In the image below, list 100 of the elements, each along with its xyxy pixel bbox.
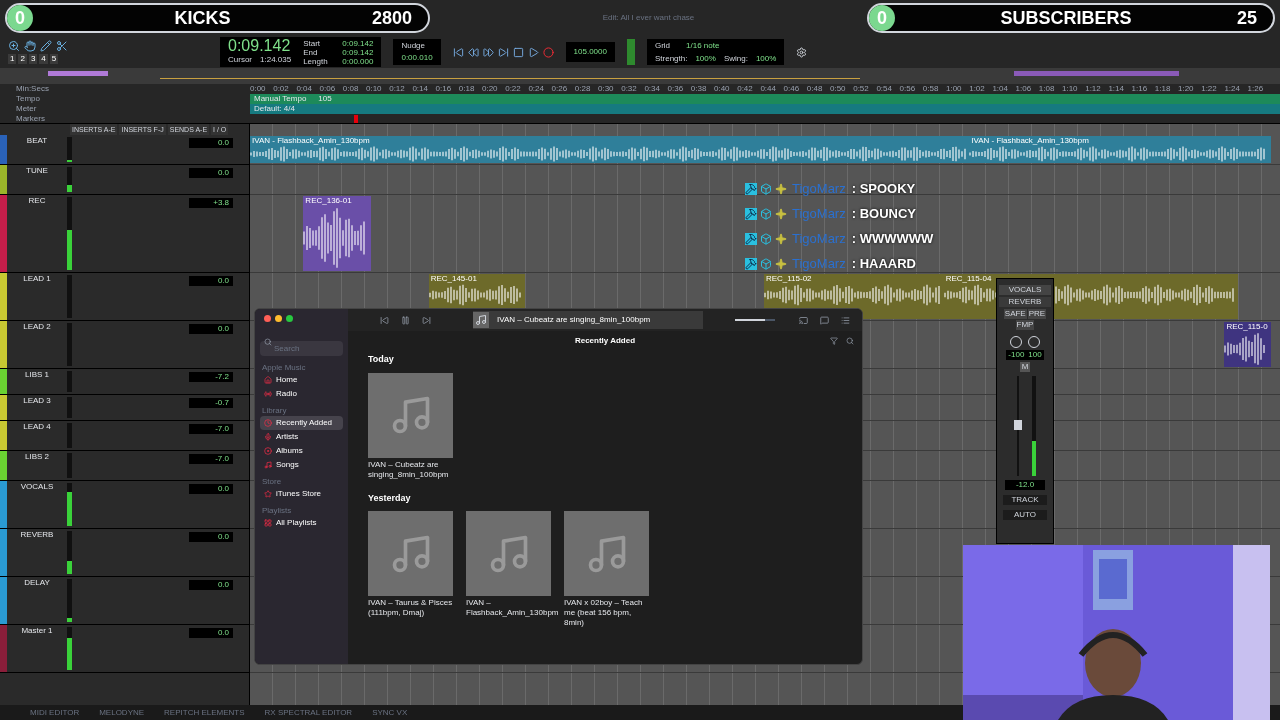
sidebar-item[interactable]: Artists <box>260 430 343 444</box>
strip-footer-button[interactable]: TRACK <box>1003 495 1047 505</box>
sidebar-item-icon <box>264 461 272 469</box>
queue-icon[interactable] <box>841 315 850 325</box>
time-tick: 0:52 <box>853 84 869 94</box>
cube-badge-icon <box>760 232 772 245</box>
next-icon[interactable] <box>422 315 431 325</box>
track-name[interactable]: Master 1 <box>21 626 53 672</box>
track-name[interactable]: DELAY <box>24 578 50 624</box>
sidebar-item[interactable]: Songs <box>260 458 343 472</box>
audio-clip[interactable]: IVAN - Flashback_Amin_130bpm <box>250 136 970 163</box>
chat-username: TigoMarz <box>792 254 846 273</box>
sidebar-item[interactable]: iTunes Store <box>260 487 343 501</box>
sort-icon[interactable] <box>830 337 838 345</box>
playhead-marker <box>354 114 358 123</box>
track-name[interactable]: LEAD 1 <box>23 274 51 320</box>
transport-icon[interactable] <box>452 46 464 58</box>
chat-message: : WWWWWW <box>851 229 934 248</box>
transport-icon[interactable] <box>467 46 479 58</box>
album-title[interactable]: IVAN – Cubeatz are singing_8min_100bpm <box>368 459 456 480</box>
editor-tab[interactable]: REPITCH ELEMENTS <box>164 706 245 719</box>
lyrics-icon[interactable] <box>820 315 829 325</box>
editor-tab[interactable]: RX SPECTRAL EDITOR <box>264 706 353 719</box>
volume-readout: 0.0 <box>189 580 233 590</box>
pause-icon[interactable] <box>401 315 410 325</box>
tool-icon[interactable] <box>24 40 36 52</box>
zoom-preset-button[interactable]: 5 <box>49 54 59 64</box>
main-counter: 0:09.142 <box>228 38 292 54</box>
volume-readout: -7.0 <box>189 454 233 464</box>
sidebar-item-icon <box>264 419 272 427</box>
clip-name: REC_115-04 <box>945 274 992 283</box>
track-name[interactable]: BEAT <box>26 136 48 164</box>
track-name[interactable]: TUNE <box>26 166 48 194</box>
transport-icon[interactable] <box>512 46 524 58</box>
track-meter <box>67 453 72 478</box>
zoom-preset-button[interactable]: 2 <box>18 54 27 64</box>
nudge-value: 0:00.010 <box>401 52 433 64</box>
track-name[interactable]: LEAD 4 <box>23 422 51 450</box>
strip-footer-button[interactable]: AUTO <box>1003 510 1047 520</box>
sidebar-item[interactable]: Home <box>260 373 343 387</box>
strip-button[interactable]: PRE <box>1027 309 1047 319</box>
track-name[interactable]: REVERB <box>20 530 54 576</box>
range-value: 0:00.000 <box>342 56 374 66</box>
time-tick: 0:58 <box>922 84 939 94</box>
chat-message: : BOUNCY <box>851 204 916 223</box>
track-name[interactable]: REC <box>28 196 46 272</box>
audio-clip[interactable]: REC_136-01 <box>303 196 371 271</box>
transport-icon[interactable] <box>542 46 554 58</box>
sidebar-section-title: Playlists <box>261 506 293 516</box>
strength-label: Strength: <box>654 52 688 65</box>
track-name[interactable]: LIBS 1 <box>25 370 49 394</box>
strip-button[interactable]: FMP <box>1015 320 1035 330</box>
editor-tab[interactable]: SYNC VX <box>372 706 408 719</box>
mute-button[interactable]: M <box>1019 362 1031 372</box>
clip-name: IVAN - Flashback_Amin_130bpm <box>252 136 370 145</box>
audio-clip[interactable]: REC_115-0 <box>1224 322 1271 367</box>
transport-icon[interactable] <box>527 46 539 58</box>
tempo-value: 105.0000 <box>565 42 615 62</box>
track-name[interactable]: LEAD 3 <box>23 396 51 420</box>
fader[interactable] <box>1014 376 1022 476</box>
zoom-preset-button[interactable]: 3 <box>28 54 38 64</box>
settings-icon[interactable] <box>796 46 808 58</box>
nudge-label: Nudge <box>401 40 426 52</box>
volume-readout: 0.0 <box>189 168 233 178</box>
range-label: Length <box>303 56 329 66</box>
editor-tab[interactable]: MIDI EDITOR <box>30 706 80 719</box>
album-title[interactable]: IVAN – Taurus & Pisces (111bpm, Dmaj) <box>368 598 456 618</box>
previous-icon[interactable] <box>380 315 389 325</box>
sidebar-item-icon <box>264 433 272 441</box>
audio-clip[interactable]: IVAN - Flashback_Amin_130bpm <box>969 136 1271 163</box>
minimize-button[interactable] <box>275 315 282 322</box>
zoom-preset-button[interactable]: 4 <box>39 54 48 64</box>
track-name[interactable]: VOCALS <box>20 482 54 528</box>
zoom-button[interactable] <box>286 315 293 322</box>
time-tick: 0:32 <box>621 84 637 94</box>
time-tick: 0:46 <box>783 84 800 94</box>
editor-tab[interactable]: MELODYNE <box>99 706 145 719</box>
sidebar-item-icon <box>264 376 272 384</box>
sidebar-item[interactable]: Recently Added <box>260 416 343 430</box>
volume-readout: 0.0 <box>189 628 233 638</box>
tool-icon[interactable] <box>40 40 52 52</box>
close-button[interactable] <box>264 315 271 322</box>
sidebar-item[interactable]: Radio <box>260 387 343 401</box>
zoom-preset-button[interactable]: 1 <box>8 54 17 64</box>
sidebar-item[interactable]: Albums <box>260 444 343 458</box>
tool-icon[interactable] <box>56 40 68 52</box>
sidebar-item[interactable]: All Playlists <box>260 516 343 530</box>
airplay-icon[interactable] <box>799 315 808 325</box>
track-name[interactable]: LIBS 2 <box>25 452 49 480</box>
transport-icon[interactable] <box>497 46 509 58</box>
cursor-label: Cursor <box>228 54 252 66</box>
tool-icon[interactable] <box>8 40 20 52</box>
search-icon[interactable] <box>846 337 854 345</box>
time-tick: 1:20 <box>1178 84 1194 94</box>
volume-readout: 0.0 <box>189 276 233 286</box>
strip-button[interactable]: SAFE <box>1003 309 1027 319</box>
clip-name: REC_145-01 <box>430 274 477 283</box>
transport-icon[interactable] <box>482 46 494 58</box>
track-name[interactable]: LEAD 2 <box>23 322 51 368</box>
album-title[interactable]: IVAN x 02boy – Teach me (beat 156 bpm, 8min) <box>564 598 652 628</box>
